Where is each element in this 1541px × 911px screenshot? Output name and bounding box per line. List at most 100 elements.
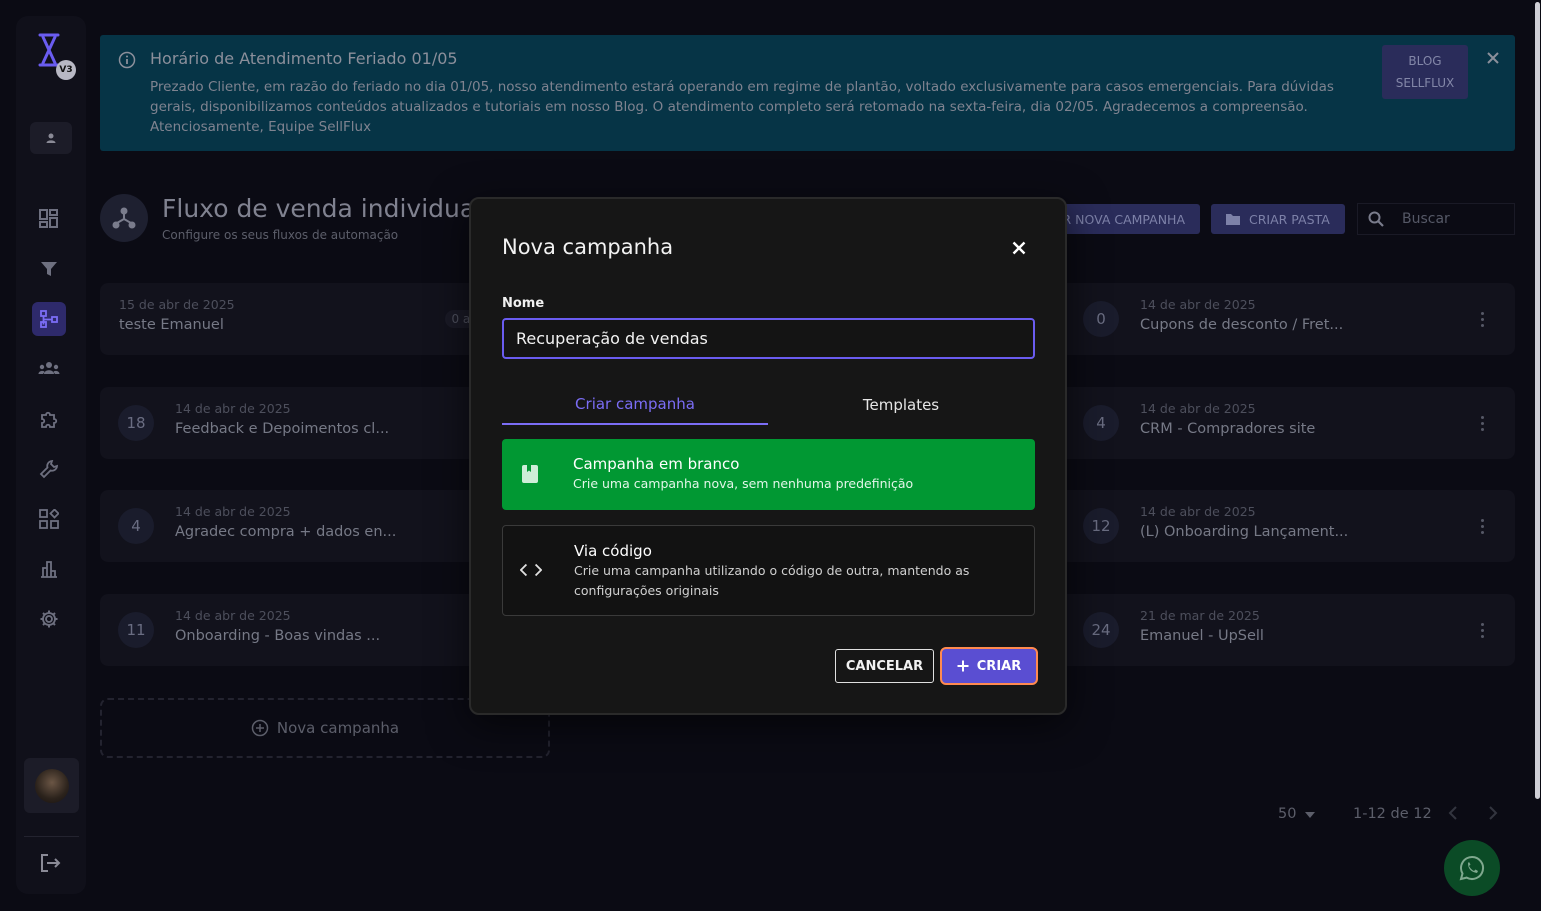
card-count: 4	[118, 508, 154, 544]
blog-button-line1: BLOG	[1408, 54, 1442, 68]
banner-text: Prezado Cliente, em razão do feriado no …	[150, 79, 1334, 135]
card-menu-button[interactable]	[1475, 307, 1489, 331]
next-page-button[interactable]	[1488, 806, 1498, 824]
nav-tools[interactable]	[32, 452, 66, 486]
page-subtitle: Configure os seus fluxos de automação	[162, 228, 399, 242]
card-name: Cupons de desconto / Fret...	[1140, 317, 1344, 333]
nav-contacts[interactable]	[32, 352, 66, 386]
logout-button[interactable]	[36, 848, 66, 878]
name-field-label: Nome	[502, 296, 545, 311]
cancel-button[interactable]: CANCELAR	[835, 649, 934, 683]
campaign-card[interactable]: 15 de abr de 2025 teste Emanuel 0 at	[100, 283, 481, 355]
per-page-value: 50	[1278, 806, 1297, 822]
card-count: 4	[1083, 405, 1119, 441]
card-date: 14 de abr de 2025	[175, 504, 291, 519]
nav-reports[interactable]	[32, 552, 66, 586]
version-badge: V3	[56, 60, 76, 80]
tab-templates[interactable]: Templates	[768, 385, 1034, 425]
user-icon	[46, 133, 56, 143]
page-flow-icon	[100, 194, 148, 242]
card-date: 14 de abr de 2025	[1140, 401, 1256, 416]
card-menu-button[interactable]	[1475, 411, 1489, 435]
banner-close-button[interactable]	[1486, 49, 1500, 70]
campaign-card[interactable]: 4 14 de abr de 2025 CRM - Compradores si…	[1060, 387, 1515, 459]
bar-chart-icon	[41, 561, 57, 578]
nav-funnel[interactable]	[32, 252, 66, 286]
app-logo[interactable]: V3	[30, 30, 76, 86]
option-via-code[interactable]: Via código Crie uma campanha utilizando …	[502, 525, 1035, 616]
nav-settings[interactable]	[32, 602, 66, 636]
option-description: Crie uma campanha nova, sem nenhuma pred…	[573, 476, 914, 491]
campaign-card[interactable]: 18 14 de abr de 2025 Feedback e Depoimen…	[100, 387, 480, 459]
card-count: 24	[1083, 612, 1119, 648]
account-avatar-button[interactable]	[24, 758, 79, 813]
card-count: 0	[1083, 301, 1119, 337]
hierarchy-icon	[112, 207, 136, 229]
group-icon	[38, 362, 60, 374]
card-count: 18	[118, 405, 154, 441]
option-title: Via código	[574, 542, 652, 560]
card-date: 14 de abr de 2025	[1140, 504, 1256, 519]
avatar	[34, 768, 69, 803]
card-date: 21 de mar de 2025	[1140, 608, 1260, 623]
search-input[interactable]	[1402, 211, 1502, 227]
nav-dashboard[interactable]	[32, 202, 66, 236]
nav-flows[interactable]	[32, 302, 66, 336]
option-blank-campaign[interactable]: Campanha em branco Crie uma campanha nov…	[502, 439, 1035, 510]
info-icon	[118, 51, 136, 73]
wrench-icon	[39, 460, 58, 479]
card-name: teste Emanuel	[119, 317, 224, 333]
new-campaign-dialog: Nova campanha Nome Criar campanha Templa…	[469, 197, 1067, 715]
plus-circle-icon	[251, 719, 269, 737]
puzzle-icon	[41, 411, 58, 428]
campaign-card[interactable]: 24 21 de mar de 2025 Emanuel - UpSell	[1060, 594, 1515, 666]
campaign-card[interactable]: 0 14 de abr de 2025 Cupons de desconto /…	[1060, 283, 1515, 355]
create-folder-button[interactable]: CRIAR PASTA	[1211, 204, 1345, 234]
create-folder-label: CRIAR PASTA	[1249, 211, 1330, 227]
card-name: Onboarding - Boas vindas ...	[175, 628, 381, 644]
per-page-select[interactable]: 50	[1278, 806, 1316, 822]
prev-page-button[interactable]	[1448, 806, 1458, 824]
caret-down-icon	[1305, 812, 1316, 818]
campaign-card[interactable]: 11 14 de abr de 2025 Onboarding - Boas v…	[100, 594, 480, 666]
gear-icon	[40, 610, 58, 628]
create-button-label: CRIAR	[976, 658, 1022, 674]
card-name: Agradec compra + dados en...	[175, 524, 397, 540]
page-title: Fluxo de venda individual	[162, 194, 483, 223]
holiday-banner: Horário de Atendimento Feriado 01/05 Pre…	[100, 35, 1515, 151]
scrollbar-thumb[interactable]	[1535, 2, 1540, 799]
nav-integrations[interactable]	[32, 402, 66, 436]
card-menu-button[interactable]	[1475, 618, 1489, 642]
campaign-card[interactable]: 4 14 de abr de 2025 Agradec compra + dad…	[100, 490, 480, 562]
close-icon	[1012, 241, 1026, 255]
logout-icon	[41, 854, 61, 872]
blog-button-line2: SELLFLUX	[1395, 76, 1455, 90]
nav-widgets[interactable]	[32, 502, 66, 536]
create-button[interactable]: CRIAR	[940, 647, 1038, 685]
card-name: Emanuel - UpSell	[1140, 628, 1264, 644]
chevron-right-icon	[1489, 806, 1498, 820]
flow-icon	[40, 310, 58, 328]
search-box[interactable]	[1357, 203, 1515, 235]
code-icon	[520, 559, 542, 581]
close-icon	[1487, 52, 1499, 64]
option-title: Campanha em branco	[573, 455, 740, 473]
campaign-card[interactable]: 12 14 de abr de 2025 (L) Onboarding Lanç…	[1060, 490, 1515, 562]
tab-criar-campanha[interactable]: Criar campanha	[502, 385, 768, 425]
pagination-range: 1-12 de 12	[1353, 806, 1432, 822]
card-name: (L) Onboarding Lançament...	[1140, 524, 1349, 540]
card-name: CRM - Compradores site	[1140, 421, 1316, 437]
book-icon	[519, 463, 541, 485]
funnel-icon	[41, 262, 57, 276]
blog-sellflux-button[interactable]: BLOG SELLFLUX	[1382, 45, 1468, 99]
dialog-close-button[interactable]	[1007, 236, 1031, 260]
whatsapp-button[interactable]	[1444, 840, 1500, 896]
card-date: 14 de abr de 2025	[175, 401, 291, 416]
card-menu-button[interactable]	[1475, 514, 1489, 538]
user-profile-button[interactable]	[30, 122, 72, 154]
search-icon	[1368, 211, 1384, 227]
sidebar-divider	[24, 836, 79, 837]
campaign-name-input[interactable]	[502, 318, 1035, 359]
card-name: Feedback e Depoimentos cl...	[175, 421, 390, 437]
card-date: 14 de abr de 2025	[175, 608, 291, 623]
